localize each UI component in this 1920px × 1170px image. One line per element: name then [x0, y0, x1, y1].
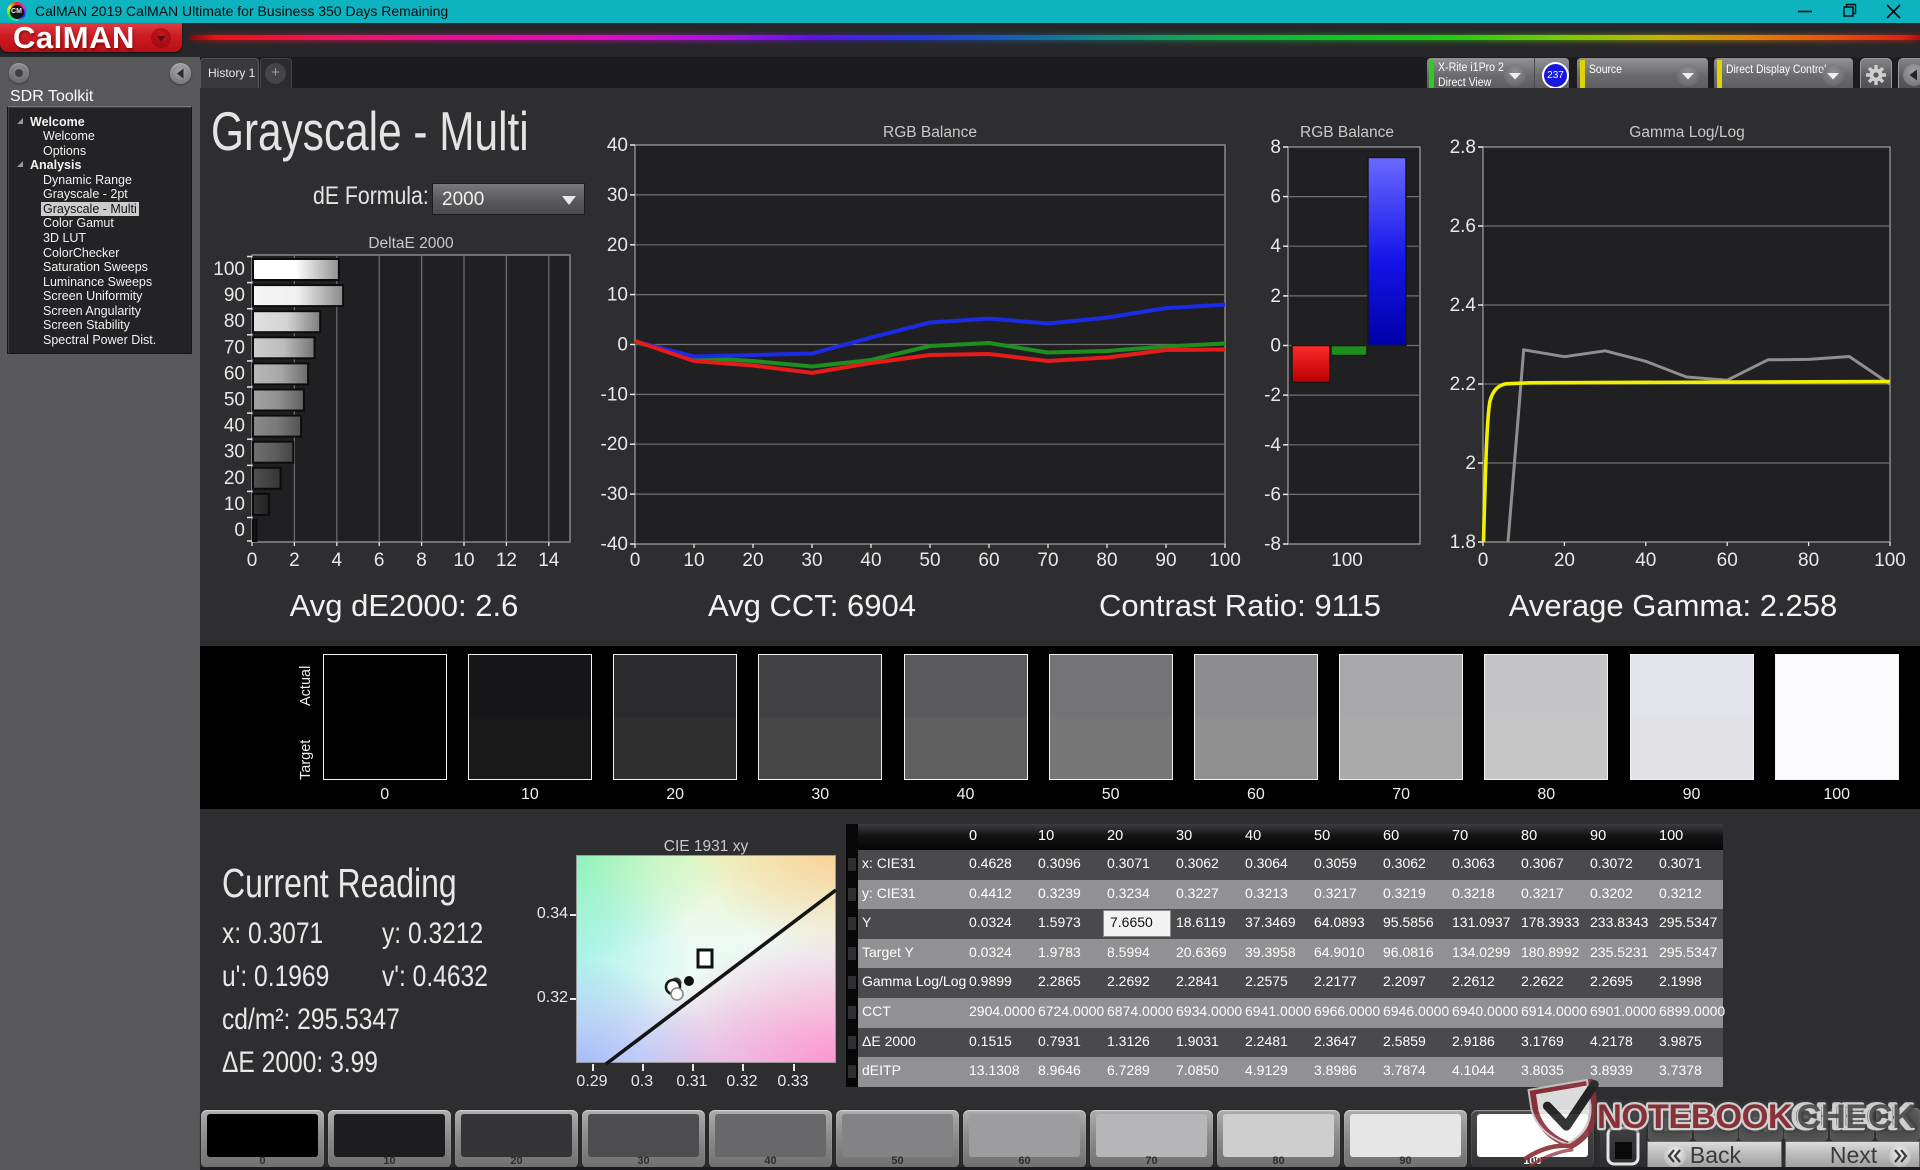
svg-text:2: 2: [289, 550, 300, 571]
svg-text:2: 2: [1270, 286, 1281, 307]
svg-text:30: 30: [607, 185, 628, 206]
svg-text:40: 40: [224, 416, 245, 437]
svg-text:4: 4: [332, 550, 343, 571]
svg-text:70: 70: [1037, 550, 1058, 571]
svg-text:0: 0: [630, 550, 641, 571]
svg-text:100: 100: [1209, 550, 1241, 571]
svg-text:0: 0: [617, 335, 628, 356]
svg-text:CHECK: CHECK: [1797, 1098, 1918, 1136]
svg-text:80: 80: [224, 311, 245, 332]
svg-text:20: 20: [742, 550, 763, 571]
svg-text:80: 80: [1798, 550, 1819, 571]
svg-text:1.8: 1.8: [1450, 532, 1476, 553]
svg-text:0: 0: [1478, 550, 1489, 571]
svg-text:2.4: 2.4: [1450, 295, 1477, 316]
svg-text:90: 90: [1155, 550, 1176, 571]
svg-text:-8: -8: [1264, 534, 1281, 555]
svg-text:90: 90: [224, 285, 245, 306]
svg-text:4: 4: [1270, 236, 1281, 257]
svg-text:0: 0: [247, 550, 258, 571]
svg-text:10: 10: [224, 494, 245, 515]
svg-text:-40: -40: [601, 534, 628, 555]
svg-text:2.2: 2.2: [1450, 374, 1476, 395]
svg-text:2.8: 2.8: [1450, 137, 1476, 158]
svg-text:6: 6: [1270, 187, 1281, 208]
svg-text:60: 60: [978, 550, 999, 571]
svg-text:10: 10: [453, 550, 474, 571]
svg-text:50: 50: [224, 390, 245, 411]
svg-text:8: 8: [416, 550, 427, 571]
svg-text:-6: -6: [1264, 484, 1281, 505]
svg-text:0: 0: [234, 520, 245, 541]
svg-text:70: 70: [224, 337, 245, 358]
svg-text:60: 60: [224, 363, 245, 384]
svg-text:DeltaE 2000: DeltaE 2000: [368, 235, 454, 252]
svg-text:100: 100: [213, 259, 245, 280]
svg-text:20: 20: [1554, 550, 1575, 571]
svg-text:-2: -2: [1264, 385, 1281, 406]
svg-text:Gamma Log/Log: Gamma Log/Log: [1629, 124, 1744, 141]
svg-text:30: 30: [801, 550, 822, 571]
svg-text:-30: -30: [601, 484, 628, 505]
svg-text:40: 40: [1635, 550, 1656, 571]
svg-text:Contrast Ratio: 9115: Contrast Ratio: 9115: [1099, 588, 1381, 623]
svg-text:100: 100: [1874, 550, 1906, 571]
svg-text:Avg CCT: 6904: Avg CCT: 6904: [708, 588, 916, 623]
svg-text:80: 80: [1096, 550, 1117, 571]
svg-text:12: 12: [496, 550, 517, 571]
svg-text:8: 8: [1270, 137, 1281, 158]
svg-text:2: 2: [1465, 453, 1476, 474]
svg-text:40: 40: [860, 550, 881, 571]
svg-text:Avg dE2000: 2.6: Avg dE2000: 2.6: [290, 588, 519, 623]
svg-text:6: 6: [374, 550, 385, 571]
svg-text:100: 100: [1331, 550, 1363, 571]
svg-text:0: 0: [1270, 336, 1281, 357]
svg-text:40: 40: [607, 135, 628, 156]
svg-text:10: 10: [607, 285, 628, 306]
svg-text:RGB Balance: RGB Balance: [1300, 124, 1394, 141]
svg-text:-10: -10: [601, 384, 628, 405]
svg-text:20: 20: [224, 468, 245, 489]
svg-text:NOTEBOOK: NOTEBOOK: [1597, 1098, 1793, 1136]
svg-text:-20: -20: [601, 434, 628, 455]
svg-text:30: 30: [224, 442, 245, 463]
svg-text:2.6: 2.6: [1450, 216, 1476, 237]
svg-text:60: 60: [1717, 550, 1738, 571]
svg-text:RGB Balance: RGB Balance: [883, 124, 977, 141]
svg-text:10: 10: [683, 550, 704, 571]
svg-text:14: 14: [538, 550, 560, 571]
svg-text:-4: -4: [1264, 435, 1281, 456]
svg-text:Average Gamma: 2.258: Average Gamma: 2.258: [1509, 588, 1838, 623]
svg-text:20: 20: [607, 235, 628, 256]
svg-text:50: 50: [919, 550, 940, 571]
